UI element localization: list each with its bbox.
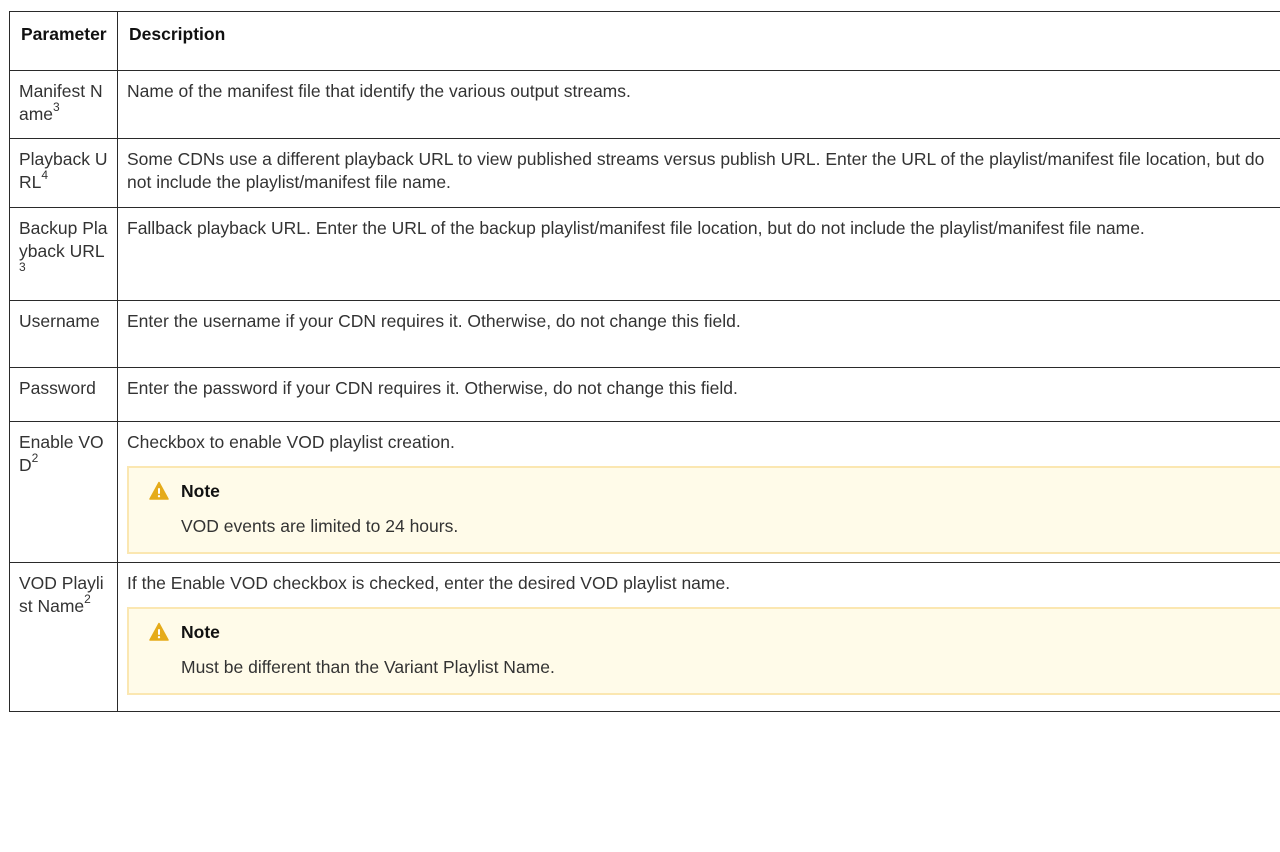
description-cell: Some CDNs use a different playback URL t… [117, 138, 1280, 208]
footnote-ref: 4 [41, 168, 49, 183]
param-cell: Backup Playback URL3 [9, 207, 118, 301]
param-name: Backup Playback URL [19, 218, 108, 261]
description-text: Enter the username if your CDN requires … [127, 311, 741, 331]
note-callout: Note Must be different than the Variant P… [127, 607, 1280, 695]
table-row: VOD Playlist Name2 If the Enable VOD chec… [9, 562, 1280, 712]
table-row: Playback URL4 Some CDNs use a different p… [9, 138, 1280, 208]
param-name: Username [19, 311, 100, 331]
description-text: Checkbox to enable VOD playlist creation… [127, 432, 455, 452]
footnote-ref: 3 [19, 260, 26, 275]
warning-icon [149, 481, 169, 501]
table-header-row: Parameter Description [9, 11, 1280, 71]
table-row: Manifest Name3 Name of the manifest file … [9, 70, 1280, 139]
footnote-ref: 2 [84, 592, 91, 607]
param-cell: VOD Playlist Name2 [9, 562, 118, 712]
description-text: Fallback playback URL. Enter the URL of … [127, 218, 1145, 238]
description-text: Name of the manifest file that identify … [127, 81, 631, 101]
note-callout: Note VOD events are limited to 24 hours. [127, 466, 1280, 554]
header-description: Description [117, 11, 1280, 71]
table-row: Password Enter the password if your CDN r… [9, 367, 1280, 422]
note-text: VOD events are limited to 24 hours. [181, 516, 459, 536]
table-row: Username Enter the username if your CDN r… [9, 300, 1280, 368]
header-parameter: Parameter [9, 11, 118, 71]
note-title: Note [181, 480, 220, 501]
footnote-ref: 2 [31, 451, 39, 466]
description-cell: Enter the username if your CDN requires … [117, 300, 1280, 368]
description-cell: Enter the password if your CDN requires … [117, 367, 1280, 422]
table-row: Backup Playback URL3 Fallback playback UR… [9, 207, 1280, 301]
param-cell: Username [9, 300, 118, 368]
table-row: Enable VOD2 Checkbox to enable VOD playli… [9, 421, 1280, 563]
param-cell: Playback URL4 [9, 138, 118, 208]
param-name: Password [19, 378, 96, 398]
note-text: Must be different than the Variant Playl… [181, 657, 555, 677]
note-title: Note [181, 621, 220, 642]
description-text: If the Enable VOD checkbox is checked, e… [127, 573, 731, 593]
parameters-table: Parameter Description Manifest Name3 Name… [9, 11, 1280, 712]
warning-icon [149, 622, 169, 642]
description-text: Some CDNs use a different playback URL t… [127, 149, 1265, 192]
description-cell: If the Enable VOD checkbox is checked, e… [117, 562, 1280, 712]
note-header: Note [149, 478, 1273, 504]
description-text: Enter the password if your CDN requires … [127, 378, 738, 398]
footnote-ref: 3 [53, 100, 60, 115]
description-cell: Checkbox to enable VOD playlist creation… [117, 421, 1280, 563]
param-cell: Password [9, 367, 118, 422]
description-cell: Name of the manifest file that identify … [117, 70, 1280, 139]
param-cell: Enable VOD2 [9, 421, 118, 563]
description-cell: Fallback playback URL. Enter the URL of … [117, 207, 1280, 301]
param-cell: Manifest Name3 [9, 70, 118, 139]
param-name: Manifest Name [19, 81, 103, 124]
param-name: Playback URL [19, 149, 108, 192]
note-header: Note [149, 619, 1273, 645]
